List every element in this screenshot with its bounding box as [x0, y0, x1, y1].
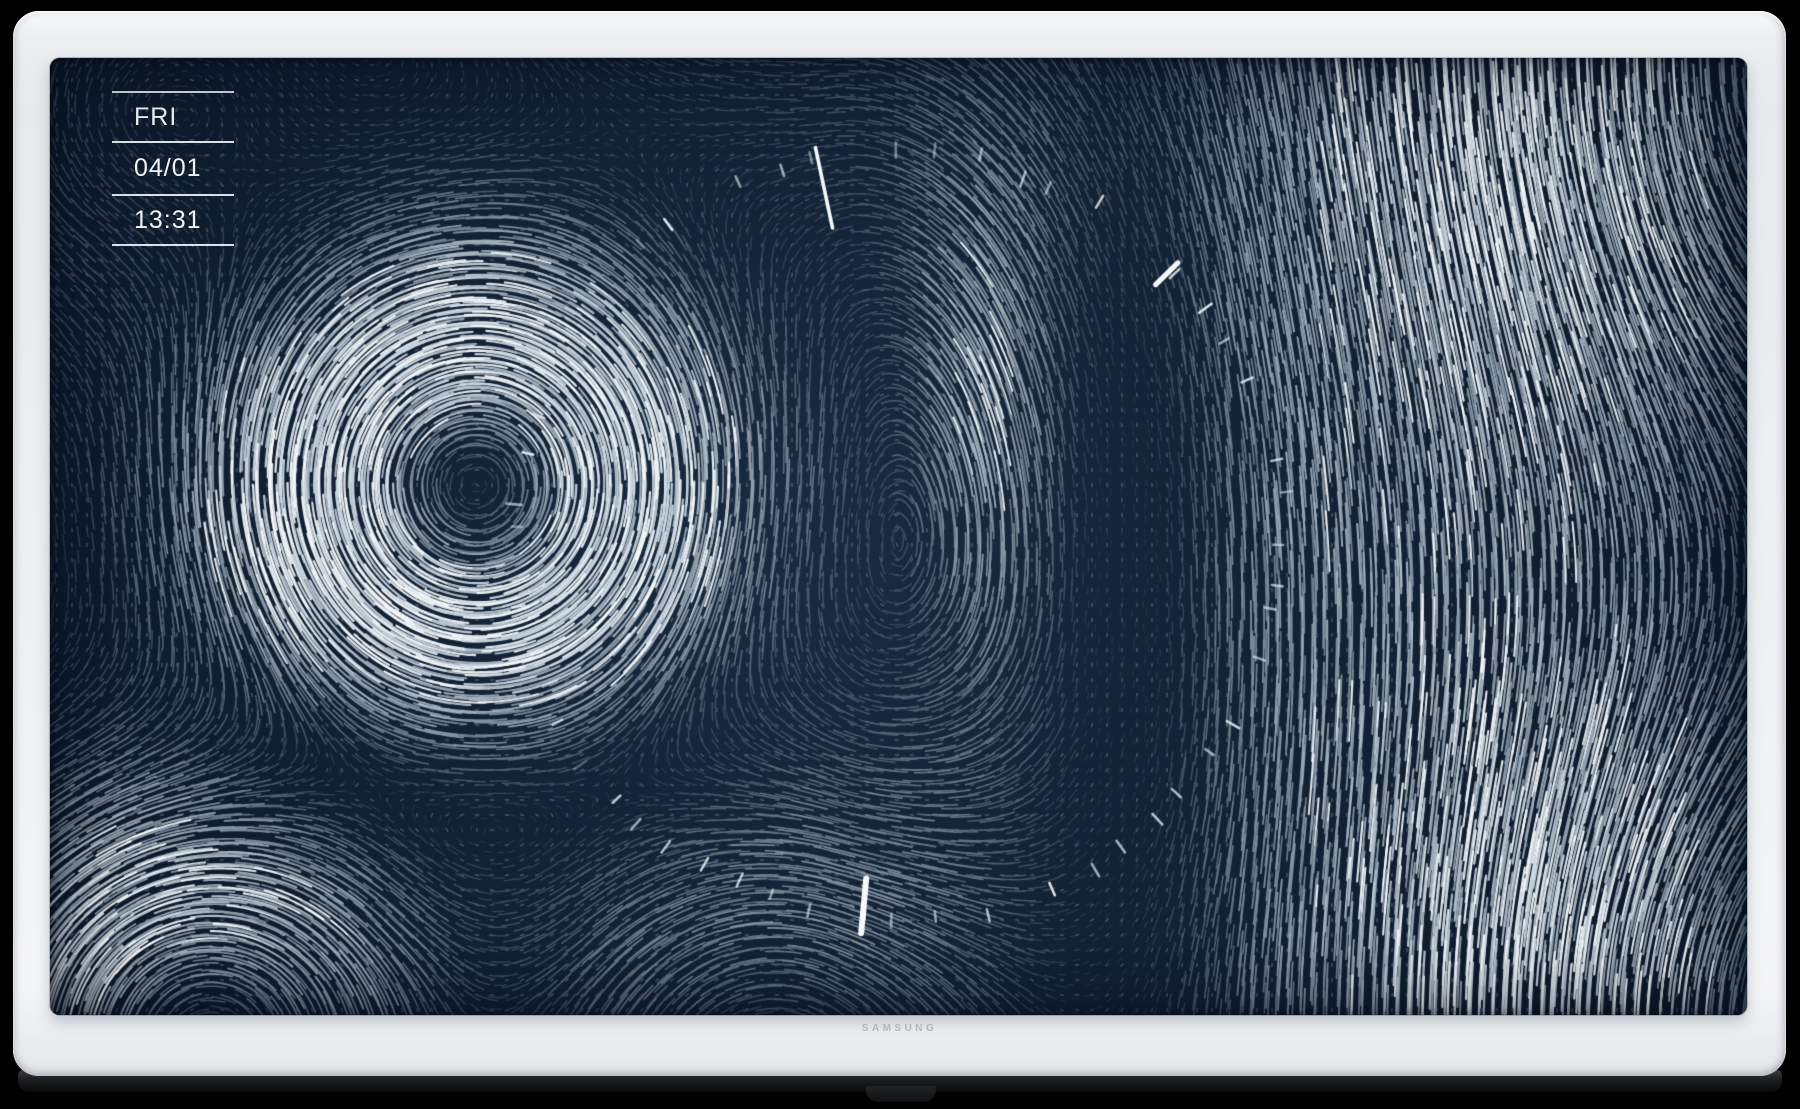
samsung-logo: SAMSUNG	[13, 1023, 1786, 1034]
tv-stand-mount	[866, 1086, 936, 1102]
tv-screen: FRI 04/01 13:31	[50, 58, 1747, 1015]
product-backdrop: FRI 04/01 13:31 SAMSUNG	[0, 0, 1800, 1109]
screen-vignette	[50, 58, 1747, 1015]
tv-frame: FRI 04/01 13:31 SAMSUNG	[13, 11, 1786, 1076]
